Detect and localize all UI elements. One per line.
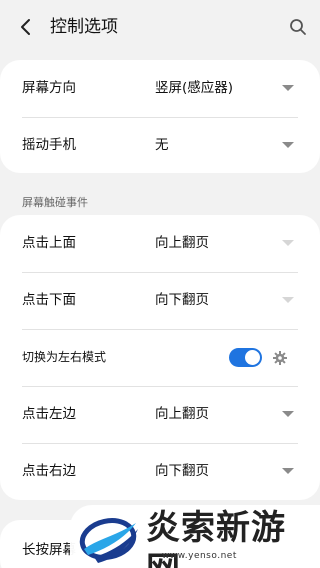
general-card: 屏幕方向 竖屏(感应器) 摇动手机 无 (0, 60, 320, 173)
shake-row[interactable]: 摇动手机 无 (0, 117, 320, 174)
shake-label: 摇动手机 (22, 137, 76, 153)
watermark: 炎索新游网 www.yenso.net (70, 505, 320, 568)
left-right-mode-label: 切换为左右模式 (22, 350, 107, 364)
app-bar: 控制选项 (0, 0, 320, 56)
tap-top-value: 向上翻页 (155, 235, 209, 251)
tap-right-label: 点击右边 (22, 463, 76, 479)
watermark-logo-icon (79, 518, 138, 563)
tap-left-label: 点击左边 (22, 406, 76, 422)
tap-bottom-value: 向下翻页 (155, 292, 209, 308)
orientation-value: 竖屏(感应器) (155, 80, 234, 96)
back-icon[interactable] (14, 14, 38, 40)
tap-top-row[interactable]: 点击上面 向上翻页 (0, 215, 320, 272)
tap-right-row[interactable]: 点击右边 向下翻页 (0, 443, 320, 500)
tap-left-value: 向上翻页 (155, 406, 209, 422)
shake-value: 无 (155, 137, 169, 153)
watermark-url: www.yenso.net (162, 551, 237, 561)
toggle-knob (245, 350, 260, 365)
tap-bottom-row[interactable]: 点击下面 向下翻页 (0, 272, 320, 329)
tap-top-label: 点击上面 (22, 235, 76, 251)
dropdown-arrow-icon (282, 240, 294, 246)
tap-left-row[interactable]: 点击左边 向上翻页 (0, 386, 320, 443)
dropdown-arrow-icon (282, 411, 294, 417)
search-icon[interactable] (286, 15, 310, 39)
orientation-row[interactable]: 屏幕方向 竖屏(感应器) (0, 60, 320, 117)
gear-icon[interactable] (272, 350, 288, 366)
dropdown-arrow-icon (282, 142, 294, 148)
dropdown-arrow-icon (282, 297, 294, 303)
long-press-label[interactable]: 长按屏幕 (22, 537, 76, 563)
touch-card: 点击上面 向上翻页 点击下面 向下翻页 切换为左右模式 点击左边 向上翻页 点击… (0, 215, 320, 500)
page-title: 控制选项 (50, 17, 118, 37)
left-right-mode-row[interactable]: 切换为左右模式 (0, 329, 320, 386)
dropdown-arrow-icon (282, 468, 294, 474)
dropdown-arrow-icon (282, 85, 294, 91)
tap-right-value: 向下翻页 (155, 463, 209, 479)
tap-bottom-label: 点击下面 (22, 292, 76, 308)
orientation-label: 屏幕方向 (22, 80, 76, 96)
left-right-mode-toggle[interactable] (229, 348, 262, 367)
touch-section-title: 屏幕触碰事件 (22, 196, 88, 209)
